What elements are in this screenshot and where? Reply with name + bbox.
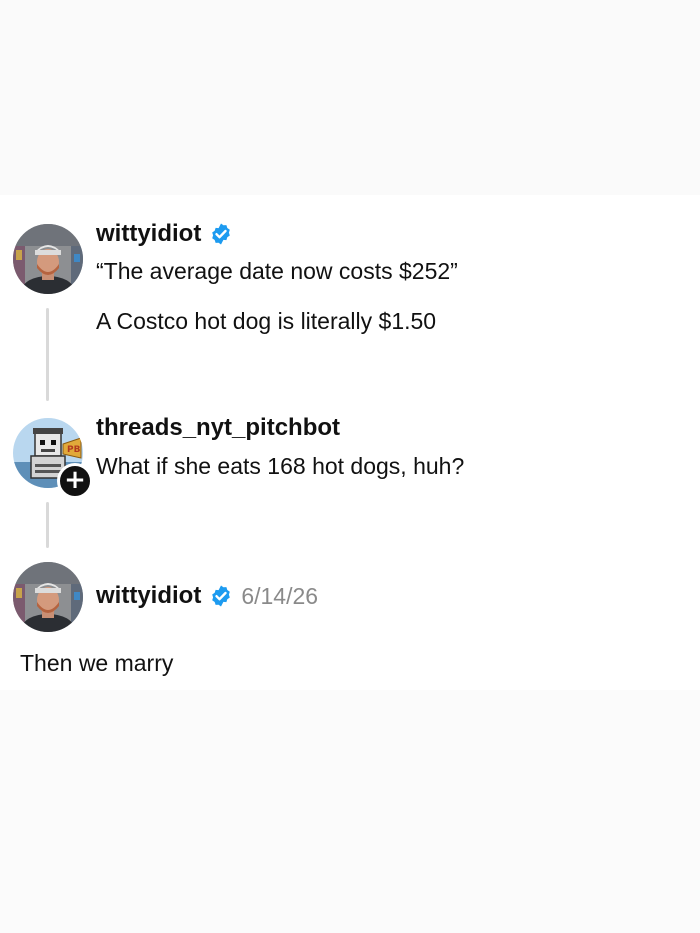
verified-badge-icon [212,585,231,607]
verified-badge-icon [212,223,231,245]
user-avatar[interactable] [13,224,83,294]
post-text-line: “The average date now costs $252” [96,258,458,284]
svg-text:PB: PB [67,445,81,455]
post-text-line: A Costco hot dog is literally $1.50 [96,308,437,334]
post-author[interactable]: wittyidiot [96,220,233,248]
post-timestamp[interactable]: 6/14/26 [241,583,318,610]
post-author[interactable]: wittyidiot 6/14/26 [96,582,318,610]
thread-connector-line [46,308,49,401]
avatar-image [13,562,83,632]
post-text-line: What if she eats 168 hot dogs, huh? [96,453,465,479]
username[interactable]: threads_nyt_pitchbot [96,414,340,442]
avatar-image [13,224,83,294]
post-text-line: Then we marry [20,650,174,676]
post-author[interactable]: threads_nyt_pitchbot [96,414,340,442]
username[interactable]: wittyidiot [96,582,201,610]
plus-icon: + [64,465,86,495]
user-avatar[interactable] [13,562,83,632]
username[interactable]: wittyidiot [96,220,201,248]
bottom-blank-area [0,690,700,933]
top-blank-area [0,0,700,195]
follow-button[interactable]: + [57,463,93,499]
thread-connector-line [46,502,49,548]
